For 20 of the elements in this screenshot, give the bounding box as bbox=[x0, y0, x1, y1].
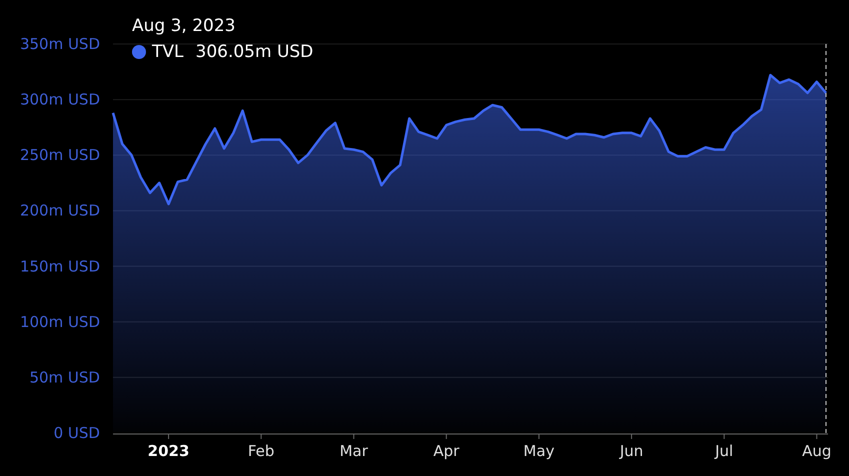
series-dot-icon bbox=[132, 45, 146, 59]
x-axis-label: Apr bbox=[433, 442, 460, 460]
y-axis-label: 350m USD bbox=[20, 35, 100, 53]
x-axis-label: Jun bbox=[620, 442, 644, 460]
y-axis-label: 300m USD bbox=[20, 90, 100, 109]
x-axis-label: Aug bbox=[802, 442, 832, 460]
series-label: TVL bbox=[152, 42, 184, 62]
x-axis-label: May bbox=[523, 442, 554, 460]
y-axis-label: 250m USD bbox=[20, 146, 100, 164]
x-axis-label: Mar bbox=[340, 442, 368, 460]
y-axis-label: 0 USD bbox=[54, 424, 100, 442]
y-axis-label: 100m USD bbox=[20, 312, 100, 331]
x-axis-label: Feb bbox=[248, 442, 274, 460]
y-axis-label: 50m USD bbox=[29, 368, 100, 386]
series-value: 306.05m USD bbox=[196, 42, 314, 62]
x-axis-label: Jul bbox=[715, 442, 734, 460]
x-axis-label: 2023 bbox=[148, 442, 190, 460]
y-axis-label: 150m USD bbox=[20, 257, 100, 276]
tooltip-date: Aug 3, 2023 bbox=[132, 16, 236, 36]
y-axis-label: 200m USD bbox=[20, 202, 100, 220]
